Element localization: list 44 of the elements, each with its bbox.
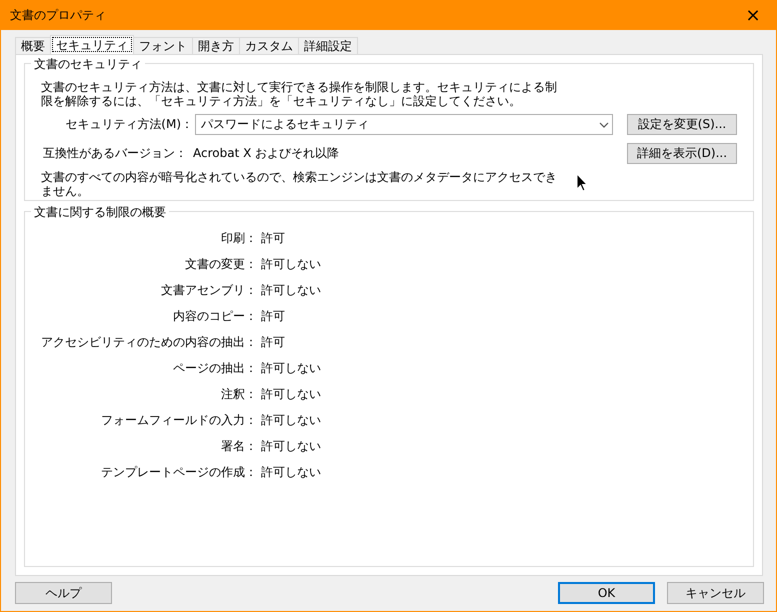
restriction-value: 許可しない xyxy=(261,412,321,428)
cancel-button[interactable]: キャンセル xyxy=(667,582,764,604)
help-button[interactable]: ヘルプ xyxy=(15,582,112,604)
ok-button[interactable]: OK xyxy=(558,582,655,604)
group-title: 文書に関する制限の概要 xyxy=(31,204,169,221)
restriction-label: アクセシビリティのための内容の抽出： xyxy=(41,334,257,350)
field-label: 互換性があるバージョン： xyxy=(42,145,188,162)
tab[interactable]: 開き方 xyxy=(192,37,240,54)
restriction-value: 許可しない xyxy=(261,256,321,272)
window-title: 文書のプロパティ xyxy=(10,6,106,24)
tab[interactable]: 概要 xyxy=(15,37,51,54)
tab[interactable]: フォント xyxy=(133,37,193,54)
cursor-icon xyxy=(576,173,588,192)
tab[interactable]: 詳細設定 xyxy=(298,37,358,54)
restriction-label: テンプレートページの作成： xyxy=(100,464,257,480)
restriction-value: 許可しない xyxy=(261,386,321,402)
restriction-value: 許可しない xyxy=(261,438,321,454)
description-text: 文書のセキュリティ方法は、文書に対して実行できる操作を制限します。セキュリティによる制限を解除するには、「セキュリティ方法」を「セキュリティなし」に設定してください。 xyxy=(41,80,558,108)
caret-icon xyxy=(599,122,609,128)
restriction-label: 文書アセンブリ： xyxy=(160,282,257,298)
restriction-value: 許可しない xyxy=(261,360,321,376)
note-text: 文書のすべての内容が暗号化されているので、検索エンジンは文書のメタデータにアクセスできません。 xyxy=(41,170,558,198)
change-settings-button[interactable]: 設定を変更(S)... xyxy=(627,114,737,135)
restriction-value: 許可 xyxy=(261,230,286,246)
field-label: セキュリティ方法(M)： xyxy=(64,116,194,133)
restriction-value: 許可しない xyxy=(261,464,321,480)
restriction-label: ページの抽出： xyxy=(172,360,257,376)
tab[interactable]: セキュリティ xyxy=(50,35,134,54)
version-value: Acrobat X およびそれ以降 xyxy=(193,145,340,162)
restriction-label: 署名： xyxy=(220,438,257,454)
restriction-label: 内容のコピー： xyxy=(172,308,257,324)
restriction-label: フォームフィールドの入力： xyxy=(100,412,257,428)
group-title: 文書のセキュリティ xyxy=(31,56,145,73)
restriction-label: 印刷： xyxy=(220,230,257,246)
restriction-value: 許可 xyxy=(261,334,286,350)
tab[interactable]: カスタム xyxy=(239,37,299,54)
dropdown-value: パスワードによるセキュリティ xyxy=(201,116,369,133)
security-method-dropdown[interactable]: パスワードによるセキュリティ xyxy=(195,114,613,135)
close-button[interactable]: × xyxy=(730,0,776,30)
restriction-label: 注釈： xyxy=(220,386,257,402)
restriction-label: 文書の変更： xyxy=(184,256,257,272)
restriction-value: 許可 xyxy=(261,308,286,324)
show-details-button[interactable]: 詳細を表示(D)... xyxy=(627,143,737,164)
restriction-value: 許可しない xyxy=(261,282,321,298)
